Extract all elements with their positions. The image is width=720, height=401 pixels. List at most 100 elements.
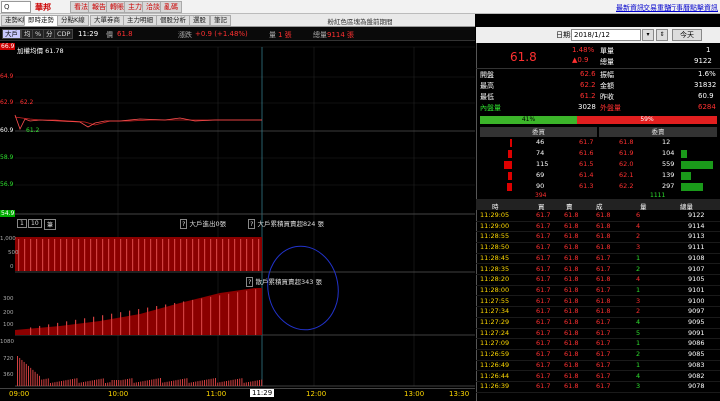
pane-bar bbox=[216, 239, 218, 271]
volume-bar bbox=[111, 380, 113, 386]
volume-bar bbox=[177, 379, 179, 386]
ask-depth-bar bbox=[681, 150, 687, 158]
col-bid: 買 bbox=[538, 203, 545, 211]
tick-bid: 61.7 bbox=[536, 328, 551, 337]
tick-vol: 2 bbox=[636, 307, 641, 316]
stat-value: 31832 bbox=[694, 81, 717, 89]
volume-bar bbox=[215, 378, 216, 386]
pane-bar bbox=[192, 239, 194, 271]
volume-bar bbox=[195, 381, 197, 386]
volume-bar bbox=[179, 379, 181, 386]
tick-bid: 61.7 bbox=[536, 296, 551, 305]
ask-price: 61.9 bbox=[619, 149, 634, 157]
tick-total: 9113 bbox=[688, 232, 705, 241]
ask-price: 62.1 bbox=[619, 171, 634, 179]
btn-10[interactable]: 10 bbox=[28, 219, 42, 228]
volume-bar bbox=[54, 382, 56, 386]
pane-bar bbox=[111, 313, 113, 335]
volume-bar bbox=[204, 380, 205, 386]
tick-row: 11:26:49 61.7 61.8 61.7 1 9083 bbox=[476, 361, 720, 372]
link-calendar[interactable]: 行事曆 bbox=[669, 3, 690, 13]
search-control[interactable]: Q bbox=[1, 1, 31, 13]
pane-bar bbox=[30, 327, 32, 335]
x-tick: 09:00 bbox=[9, 390, 30, 398]
premarket-notice: 粉紅色區塊為盤前期間 bbox=[327, 18, 393, 26]
pane-bar bbox=[222, 239, 224, 271]
volume-bar bbox=[50, 383, 51, 386]
tick-ask: 61.8 bbox=[564, 339, 579, 348]
date-stepper-icon[interactable]: ⇕ bbox=[656, 29, 668, 41]
link-reset[interactable]: 交易重整 bbox=[643, 3, 671, 13]
stat-value: 62.6 bbox=[580, 70, 596, 78]
x-cursor-time: 11:29 bbox=[250, 389, 275, 397]
tick-ask: 61.8 bbox=[564, 296, 579, 305]
book-row: 90 61.3 62.2 297 bbox=[476, 182, 720, 193]
volume-bar bbox=[41, 379, 43, 386]
link-info[interactable]: 點擊資訊 bbox=[690, 3, 718, 13]
volume-bar bbox=[63, 380, 65, 386]
tick-deal: 61.7 bbox=[596, 350, 611, 359]
link-news[interactable]: 最新資訊 bbox=[616, 3, 644, 13]
tick-bid: 61.7 bbox=[536, 371, 551, 380]
pane-bar bbox=[60, 239, 62, 271]
pane-bar bbox=[174, 302, 176, 335]
tick-vol: 1 bbox=[636, 339, 641, 348]
tick-total: 9078 bbox=[688, 382, 705, 391]
tick-deal: 61.7 bbox=[596, 264, 611, 273]
price-value: 61.8 bbox=[117, 30, 133, 38]
volume-bar bbox=[173, 380, 175, 386]
tick-total: 9108 bbox=[688, 253, 705, 262]
y-tick: 720 bbox=[3, 356, 14, 362]
calendar-icon[interactable]: ▾ bbox=[642, 29, 654, 41]
volume-bar bbox=[85, 381, 87, 386]
bid-sum: 394 bbox=[535, 192, 547, 199]
tick-total: 9091 bbox=[688, 328, 705, 337]
bid-depth-bar bbox=[504, 161, 512, 169]
today-button[interactable]: 今天 bbox=[672, 29, 702, 41]
volume-bar bbox=[102, 378, 104, 386]
search-icon[interactable]: Q bbox=[4, 3, 10, 11]
book-row: 115 61.5 62.0 559 bbox=[476, 160, 720, 171]
change-label: 漲跌 bbox=[178, 31, 192, 39]
date-label: 日期: bbox=[556, 31, 573, 39]
volume-bar bbox=[186, 378, 188, 386]
bid-depth-bar bbox=[508, 150, 512, 158]
tick-bid: 61.7 bbox=[536, 318, 551, 326]
tick-row: 11:27:24 61.7 61.8 61.7 5 9091 bbox=[476, 329, 720, 340]
tick-time: 11:29:00 bbox=[480, 221, 510, 230]
mode-big-buyer[interactable]: 大戶 bbox=[2, 29, 21, 39]
tick-bid: 61.7 bbox=[536, 264, 551, 273]
tick-time: 11:27:55 bbox=[480, 296, 510, 305]
y-tick: 56.9 bbox=[0, 181, 14, 188]
mode-cdp[interactable]: CDP bbox=[54, 29, 74, 39]
stat-label: 開盤 bbox=[480, 71, 494, 79]
date-input[interactable]: 2018/1/12 bbox=[571, 29, 641, 41]
bid-qty: 46 bbox=[536, 138, 545, 146]
toolbar-btn-code[interactable]: 亂碼 bbox=[160, 1, 182, 13]
pane-bar bbox=[102, 315, 104, 335]
abs-change: ▲0.9 bbox=[572, 56, 589, 64]
pane-bar bbox=[90, 239, 92, 271]
bid-qty: 115 bbox=[536, 160, 549, 168]
big-price: 61.8 bbox=[510, 50, 537, 64]
ask-depth-bar bbox=[681, 172, 691, 180]
ask-qty: 12 bbox=[662, 138, 671, 146]
pane-bar bbox=[138, 239, 140, 271]
bid-price: 61.3 bbox=[579, 182, 594, 190]
volume-bar bbox=[30, 367, 32, 386]
volume-bar bbox=[252, 381, 254, 386]
volume-bar bbox=[72, 379, 73, 386]
tick-row: 11:26:44 61.7 61.8 61.7 4 9082 bbox=[476, 372, 720, 383]
tick-deal: 61.7 bbox=[596, 253, 611, 262]
ask-depth-bar bbox=[681, 161, 713, 169]
pane-bar bbox=[120, 239, 122, 271]
pane-bar bbox=[96, 239, 98, 271]
tick-table: 11:29:05 61.7 61.8 61.8 6 9122 11:29:00 6… bbox=[476, 211, 720, 401]
tick-ask: 61.8 bbox=[564, 221, 579, 230]
pane-bar bbox=[36, 239, 38, 271]
bid-price: 61.5 bbox=[579, 160, 594, 168]
tick-row: 11:27:55 61.7 61.8 61.8 3 9100 bbox=[476, 297, 720, 308]
volume-bar bbox=[193, 382, 194, 386]
btn-tick[interactable]: 筆 bbox=[44, 219, 57, 230]
btn-1[interactable]: 1 bbox=[17, 219, 27, 228]
